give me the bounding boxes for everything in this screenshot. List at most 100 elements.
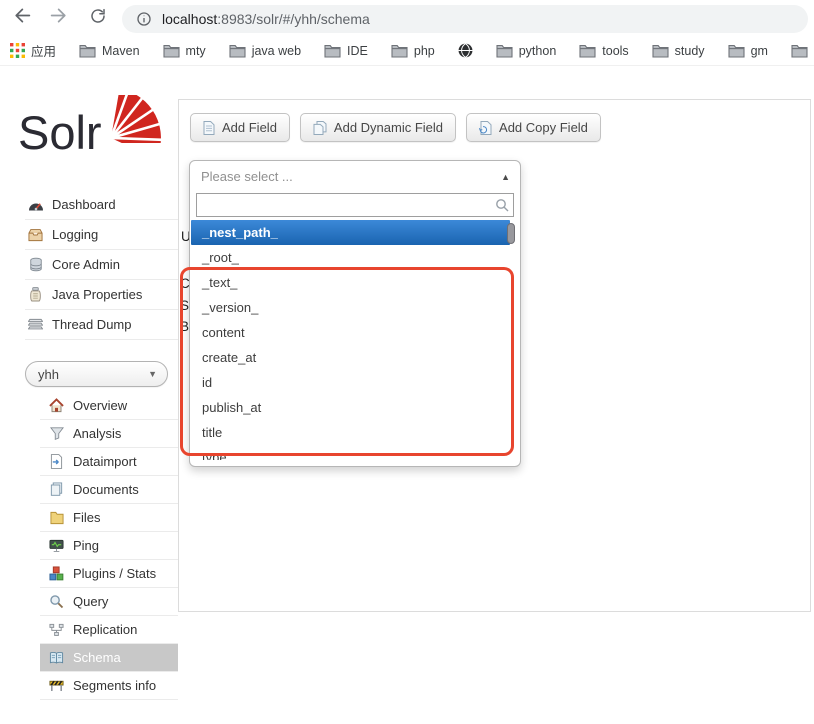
query-icon	[48, 594, 65, 609]
core-item-dataimport[interactable]: Dataimport	[40, 448, 178, 476]
folder-icon	[391, 44, 408, 58]
core-item-replication[interactable]: Replication	[40, 616, 178, 644]
back-button[interactable]	[10, 7, 32, 29]
chevron-up-icon: ▲	[501, 172, 510, 182]
search-icon	[495, 198, 509, 217]
back-arrow-icon	[11, 5, 32, 31]
doc-arrow-icon	[479, 121, 492, 135]
bookmark-item[interactable]: php	[391, 44, 435, 58]
bookmark-label: 应用	[31, 41, 56, 60]
bookmark-item[interactable]: 应用	[10, 41, 56, 60]
add-dynamic-field-button[interactable]: Add Dynamic Field	[300, 113, 456, 142]
field-option[interactable]: id	[191, 370, 510, 395]
add-copy-field-button[interactable]: Add Copy Field	[466, 113, 601, 142]
overview-icon	[48, 398, 65, 413]
files-icon	[48, 511, 65, 525]
apps-grid-icon	[10, 43, 25, 58]
field-option[interactable]: type	[191, 445, 510, 460]
field-option[interactable]: _version_	[191, 295, 510, 320]
core-item-schema[interactable]: Schema	[40, 644, 178, 672]
site-info-icon[interactable]	[136, 11, 152, 27]
analysis-icon	[48, 426, 65, 441]
core-item-query[interactable]: Query	[40, 588, 178, 616]
bookmark-item[interactable]: Maven	[79, 44, 140, 58]
forward-button[interactable]	[48, 7, 70, 29]
bookmark-item[interactable]: python	[496, 44, 557, 58]
folder-icon	[229, 44, 246, 58]
core-item-plugins-stats[interactable]: Plugins / Stats	[40, 560, 178, 588]
sidebar-item-label: Analysis	[73, 426, 121, 441]
field-option[interactable]: title	[191, 420, 510, 445]
doc-icon	[203, 121, 215, 135]
bookmark-item[interactable]	[458, 43, 473, 58]
core-item-ping[interactable]: Ping	[40, 532, 178, 560]
sidebar-item-label: Plugins / Stats	[73, 566, 156, 581]
sidebar-item-label: Documents	[73, 482, 139, 497]
clipped-label-text: B	[180, 319, 189, 334]
add-field-button[interactable]: Add Field	[190, 113, 290, 142]
sidebar-item-label: Java Properties	[52, 287, 142, 302]
folder-icon	[163, 44, 180, 58]
dataimport-icon	[48, 454, 65, 469]
globe-icon	[458, 43, 473, 58]
sidebar-item-label: Core Admin	[52, 257, 120, 272]
button-label: Add Field	[222, 120, 277, 135]
docs-icon	[313, 121, 327, 135]
field-select-dropdown: Please select ... ▲ _nest_path__root__te…	[189, 160, 521, 467]
reload-icon	[89, 7, 107, 30]
sidebar-item-logging[interactable]: Logging	[25, 220, 178, 250]
bookmark-item[interactable]: mty	[163, 44, 206, 58]
bookmark-item[interactable]: 插件	[791, 41, 814, 60]
sidebar-item-core-admin[interactable]: Core Admin	[25, 250, 178, 280]
field-option[interactable]: publish_at	[191, 395, 510, 420]
bookmark-item[interactable]: study	[652, 44, 705, 58]
core-item-files[interactable]: Files	[40, 504, 178, 532]
field-option[interactable]: _root_	[191, 245, 510, 270]
field-option-list: _nest_path__root__text__version_contentc…	[190, 220, 520, 460]
folder-icon	[791, 44, 808, 58]
documents-icon	[48, 482, 65, 497]
reload-button[interactable]	[87, 7, 109, 29]
bookmark-label: IDE	[347, 44, 368, 58]
dashboard-icon	[27, 198, 44, 211]
field-select-placeholder: Please select ...	[201, 169, 293, 184]
field-option[interactable]: _nest_path_	[191, 220, 510, 245]
bookmark-label: Maven	[102, 44, 140, 58]
sidebar-item-thread-dump[interactable]: Thread Dump	[25, 310, 178, 340]
scrollbar-thumb[interactable]	[507, 223, 515, 244]
schema-icon	[48, 651, 65, 665]
sidebar: Solr DashboardLogging Core Admin Java Prop…	[0, 66, 178, 724]
folder-icon	[496, 44, 513, 58]
url-path: :8983/solr/#/yhh/schema	[217, 11, 370, 27]
sidebar-item-dashboard[interactable]: Dashboard	[25, 190, 178, 220]
field-option[interactable]: _text_	[191, 270, 510, 295]
core-admin-icon	[27, 257, 44, 272]
solr-logo[interactable]: Solr	[18, 95, 168, 171]
solr-starburst-icon	[106, 95, 168, 143]
field-search-input[interactable]	[196, 193, 514, 217]
bookmark-item[interactable]: IDE	[324, 44, 368, 58]
field-option[interactable]: create_at	[191, 345, 510, 370]
address-bar[interactable]: localhost:8983/solr/#/yhh/schema	[122, 5, 808, 33]
bookmark-item[interactable]: gm	[728, 44, 768, 58]
bookmark-item[interactable]: java web	[229, 44, 301, 58]
bookmark-label: mty	[186, 44, 206, 58]
core-item-overview[interactable]: Overview	[40, 392, 178, 420]
core-selector[interactable]: yhh ▼	[25, 361, 168, 387]
core-item-analysis[interactable]: Analysis	[40, 420, 178, 448]
replication-icon	[48, 623, 65, 637]
core-selector-value: yhh	[38, 367, 59, 382]
sidebar-item-java-properties[interactable]: Java Properties	[25, 280, 178, 310]
field-select-header[interactable]: Please select ... ▲	[190, 161, 520, 192]
browser-toolbar: localhost:8983/solr/#/yhh/schema	[0, 0, 814, 36]
sidebar-item-label: Thread Dump	[52, 317, 131, 332]
chevron-down-icon: ▼	[148, 369, 157, 379]
core-item-documents[interactable]: Documents	[40, 476, 178, 504]
screen: localhost:8983/solr/#/yhh/schema 应用 Maven…	[0, 0, 814, 724]
forward-arrow-icon	[49, 5, 70, 31]
bookmark-item[interactable]: tools	[579, 44, 628, 58]
core-item-segments-info[interactable]: Segments info	[40, 672, 178, 700]
sidebar-item-label: Dataimport	[73, 454, 137, 469]
field-option[interactable]: content	[191, 320, 510, 345]
ping-icon	[48, 539, 65, 553]
